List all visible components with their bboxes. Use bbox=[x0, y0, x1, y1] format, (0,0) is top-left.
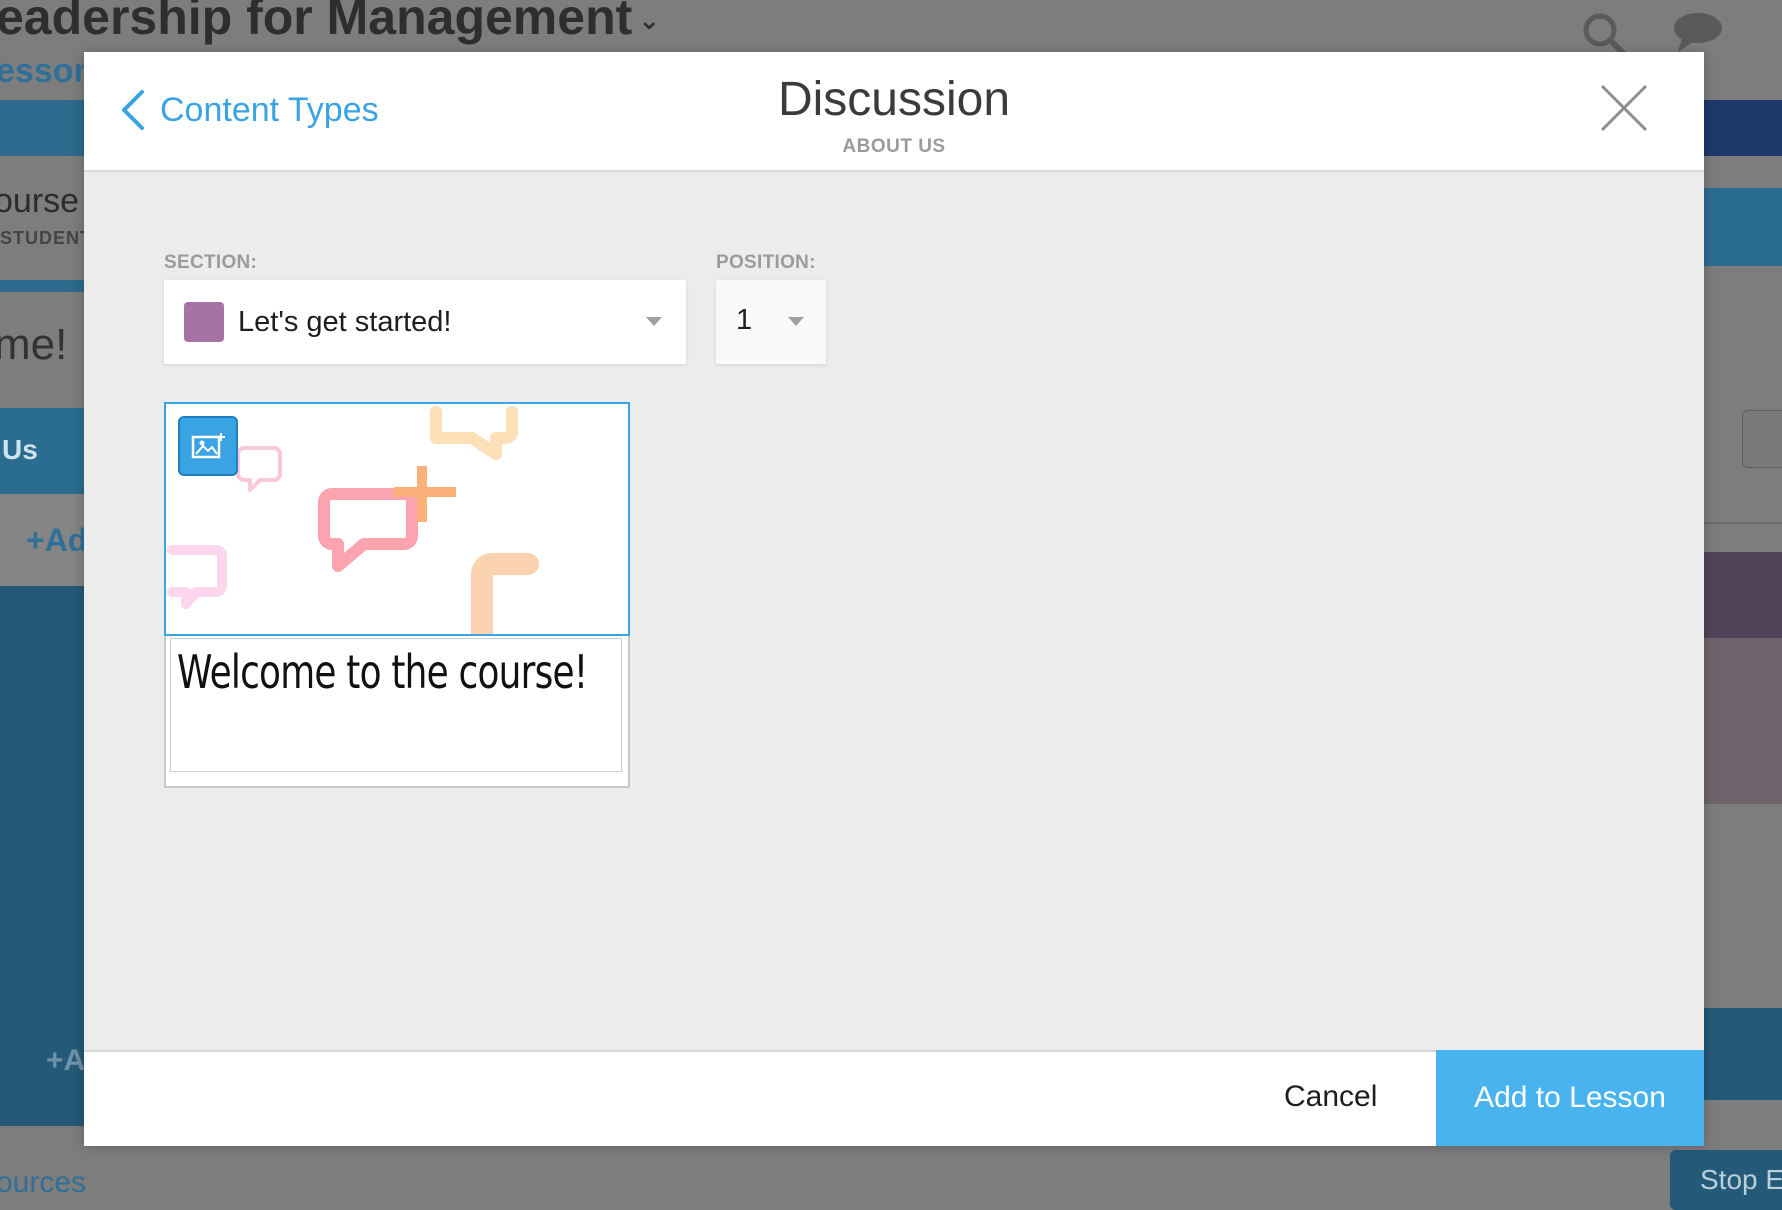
right-section-blue bbox=[1700, 1008, 1782, 1100]
section-header-label: Us bbox=[2, 434, 38, 465]
header-bar bbox=[0, 100, 90, 156]
card-title-input[interactable]: Welcome to the course! bbox=[170, 638, 622, 772]
position-label: POSITION: bbox=[716, 252, 816, 273]
course-label: ourse bbox=[0, 182, 80, 220]
cancel-button[interactable]: Cancel bbox=[1284, 1080, 1377, 1114]
right-panel-bar bbox=[1700, 188, 1782, 266]
course-title: eadership for Management ⌄ bbox=[0, 0, 661, 45]
card-title-text: Welcome to the course! bbox=[177, 645, 588, 699]
discussion-modal: Content Types Discussion ABOUT US SECTIO… bbox=[84, 52, 1704, 1146]
resources-link: ources bbox=[0, 1166, 87, 1199]
edit-button bbox=[1742, 410, 1782, 468]
chat-icon bbox=[1674, 13, 1722, 52]
chevron-down-icon: ⌄ bbox=[638, 5, 661, 36]
divider-right bbox=[1700, 522, 1782, 524]
position-select[interactable]: 1 bbox=[716, 280, 826, 364]
right-section-mauve bbox=[1700, 638, 1782, 804]
stop-button: Stop E bbox=[1670, 1150, 1782, 1210]
modal-footer: Cancel Add to Lesson bbox=[84, 1050, 1704, 1146]
change-image-button[interactable] bbox=[178, 416, 238, 476]
add-content-label: +Ad bbox=[26, 522, 88, 558]
card-cover-image[interactable] bbox=[164, 402, 630, 636]
dropdown-caret-icon bbox=[788, 317, 804, 326]
add-content-row: +Ad bbox=[0, 494, 90, 586]
divider bbox=[0, 280, 90, 292]
content-card: Welcome to the course! bbox=[164, 402, 630, 788]
position-value: 1 bbox=[736, 304, 753, 336]
add-content-label-2: +A bbox=[46, 1044, 86, 1077]
right-section-purple bbox=[1700, 552, 1782, 638]
modal-subtitle: ABOUT US bbox=[842, 136, 946, 157]
modal-header: Content Types Discussion ABOUT US bbox=[84, 52, 1704, 172]
add-to-lesson-button[interactable]: Add to Lesson bbox=[1436, 1050, 1704, 1146]
section-header-about-us: Us bbox=[0, 408, 90, 494]
students-label: STUDENT bbox=[0, 228, 92, 248]
close-icon[interactable] bbox=[1596, 80, 1652, 136]
welcome-heading: me! bbox=[0, 320, 68, 369]
section-label: SECTION: bbox=[164, 252, 258, 273]
header-bar-right bbox=[1700, 100, 1782, 156]
section-select[interactable]: Let's get started! bbox=[164, 280, 686, 364]
stop-label: Stop E bbox=[1700, 1164, 1782, 1195]
dropdown-caret-icon bbox=[646, 317, 662, 326]
section-color-swatch bbox=[184, 302, 224, 342]
section-value: Let's get started! bbox=[238, 305, 452, 338]
modal-title: Discussion bbox=[777, 73, 1011, 126]
add-image-icon bbox=[191, 433, 225, 459]
